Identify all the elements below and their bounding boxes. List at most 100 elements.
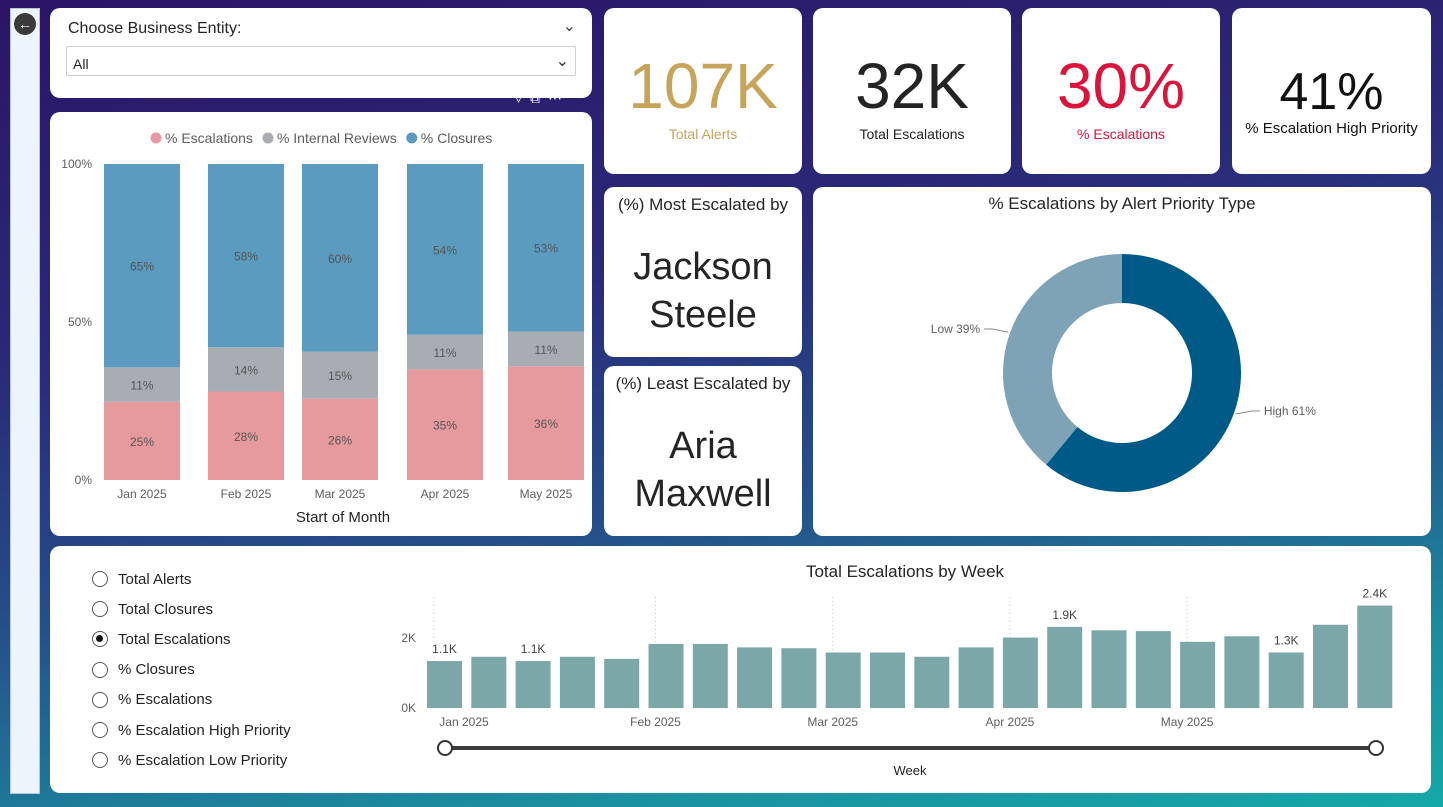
segment-label: 11% — [534, 343, 557, 357]
bar-value-label: 1.1K — [521, 642, 546, 656]
legend-label: % Closures — [421, 130, 493, 146]
x-tick-label: May 2025 — [520, 487, 573, 501]
weekly-bar — [1268, 652, 1304, 708]
weekly-bar — [692, 643, 728, 708]
x-tick-label: Apr 2025 — [421, 487, 470, 501]
legend-marker — [406, 132, 418, 144]
weekly-bar — [559, 656, 595, 708]
most-escalated-last-name: Steele — [649, 294, 757, 336]
priority-donut-card: % Escalations by Alert Priority Type High… — [813, 187, 1431, 536]
weekly-bar — [427, 661, 462, 708]
y-tick-label: 100% — [61, 157, 92, 171]
legend-marker — [150, 132, 162, 144]
back-arrow-icon[interactable]: ← — [14, 13, 36, 35]
kpi-label: Total Escalations — [859, 126, 965, 142]
leader-line — [984, 328, 1009, 333]
segment-label: 26% — [328, 433, 352, 447]
x-tick-label: Mar 2025 — [315, 487, 366, 501]
kpi-total-escalations: 32K Total Escalations — [813, 8, 1011, 174]
kpi-label: % Escalation High Priority — [1245, 120, 1418, 137]
x-tick-label: Feb 2025 — [630, 715, 681, 729]
x-tick-label: Jan 2025 — [439, 715, 489, 729]
weekly-card: Total Alerts Total Closures Total Escalati… — [50, 546, 1431, 793]
weekly-bar — [958, 647, 994, 708]
donut-slice — [1003, 254, 1122, 465]
y-tick-label: 50% — [68, 315, 92, 329]
segment-label: 25% — [130, 435, 154, 449]
weekly-bar — [471, 656, 507, 708]
visual-header-icons: ▿ ⧉ ⋯ — [515, 90, 595, 108]
segment-label: 58% — [234, 250, 258, 264]
weekly-bar — [737, 647, 773, 708]
weekly-bar — [1091, 630, 1127, 708]
kpi-value: 107K — [628, 50, 778, 122]
segment-label: 28% — [234, 430, 258, 444]
x-tick-label: Mar 2025 — [807, 715, 858, 729]
segment-label: 11% — [130, 379, 153, 393]
bar-value-label: 1.9K — [1052, 608, 1077, 622]
y-tick-label: 2K — [401, 631, 416, 645]
legend-label: % Internal Reviews — [277, 130, 397, 146]
slicer-title: Choose Business Entity: — [68, 20, 242, 37]
segment-label: 65% — [130, 260, 154, 274]
weekly-bar — [648, 643, 684, 708]
weekly-bar — [1224, 636, 1260, 708]
legend-marker — [262, 132, 274, 144]
focus-mode-icon[interactable]: ⧉ — [530, 90, 540, 108]
dropdown-value: All — [73, 56, 89, 72]
chevron-up-icon[interactable]: ⌄ — [563, 16, 576, 36]
segment-label: 53% — [534, 242, 558, 256]
weekly-escalations-chart: Total Escalations by Week 2K 0K 1.1K 1.1K 1.9… — [401, 562, 1393, 778]
segment-label: 14% — [234, 363, 258, 377]
range-slider-end-handle[interactable] — [1368, 740, 1384, 756]
segment-label: 36% — [534, 417, 558, 431]
weekly-bar — [825, 652, 861, 708]
legend-label: % Escalations — [165, 130, 253, 146]
kpi-label: % Escalations — [1077, 126, 1165, 142]
slice-label: Low 39% — [931, 322, 981, 336]
kpi-value: 32K — [855, 50, 969, 122]
most-escalated-first-name: Jackson — [633, 246, 773, 288]
segment-label: 11% — [433, 346, 456, 360]
donut-title: % Escalations by Alert Priority Type — [988, 194, 1255, 213]
weekly-bar — [1002, 637, 1038, 708]
monthly-stacked-chart: % Escalations % Internal Reviews % Closure… — [61, 130, 584, 526]
y-tick-label: 0% — [75, 473, 93, 487]
filter-icon[interactable]: ▿ — [515, 90, 522, 108]
business-entity-slicer: Choose Business Entity: ⌄ All ⌄ — [50, 8, 592, 98]
segment-label: 54% — [433, 243, 457, 257]
more-options-icon[interactable]: ⋯ — [548, 90, 562, 108]
weekly-bar — [515, 661, 551, 708]
weekly-bar — [1357, 605, 1393, 708]
segment-label: 15% — [328, 369, 352, 383]
bar-value-label: 2.4K — [1362, 587, 1387, 601]
priority-donut-chart: % Escalations by Alert Priority Type High… — [931, 194, 1316, 492]
most-escalated-title: (%) Most Escalated by — [617, 195, 789, 214]
weekly-bar — [1313, 624, 1348, 708]
left-rail: ← — [10, 8, 40, 794]
range-slider-start-handle[interactable] — [437, 740, 453, 756]
x-axis-title: Week — [894, 763, 927, 778]
y-tick-label: 0K — [401, 701, 416, 715]
weekly-bar — [870, 652, 905, 708]
x-tick-label: May 2025 — [1161, 715, 1214, 729]
monthly-stacked-chart-card: % Escalations % Internal Reviews % Closure… — [50, 112, 592, 536]
least-escalated-title: (%) Least Escalated by — [615, 374, 791, 393]
weekly-bar — [1047, 626, 1083, 708]
least-escalated-first-name: Aria — [669, 425, 737, 467]
x-tick-label: Feb 2025 — [221, 487, 272, 501]
x-tick-label: Apr 2025 — [986, 715, 1035, 729]
bar-value-label: 1.1K — [432, 642, 457, 656]
kpi-value: 41% — [1279, 63, 1384, 121]
slice-label: High 61% — [1264, 404, 1316, 418]
leader-line — [1235, 410, 1260, 415]
chevron-down-icon[interactable]: ⌄ — [556, 51, 569, 71]
least-escalated-last-name: Maxwell — [634, 473, 772, 515]
most-escalated-card: (%) Most Escalated by Jackson Steele — [604, 187, 802, 357]
x-tick-label: Jan 2025 — [117, 487, 167, 501]
kpi-value: 30% — [1056, 50, 1186, 122]
business-entity-dropdown[interactable]: All ⌄ — [66, 46, 576, 76]
kpi-escalation-percent: 30% % Escalations — [1022, 8, 1220, 174]
weekly-bar — [1135, 631, 1171, 708]
segment-label: 60% — [328, 252, 352, 266]
